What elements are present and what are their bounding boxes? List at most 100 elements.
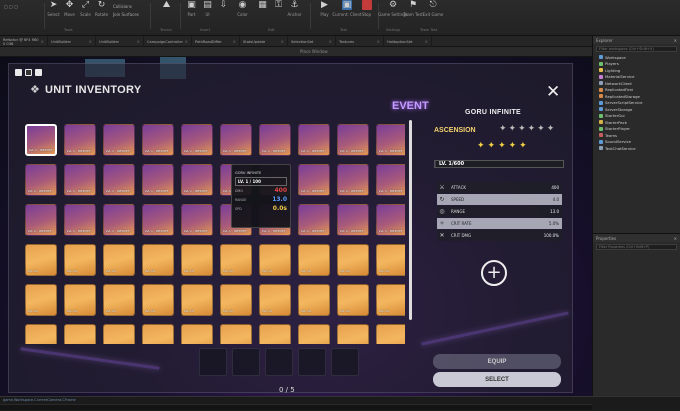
unit-card[interactable]: LVL 19 xyxy=(181,284,213,316)
unit-card[interactable]: LVL 19 xyxy=(259,284,291,316)
unit-card[interactable]: LVL 1 · INFINITE xyxy=(376,124,405,156)
move-tool-button[interactable]: ✥ Move xyxy=(63,0,76,17)
rotate-tool-button[interactable]: ↻ Rotate xyxy=(95,0,108,17)
unit-card[interactable]: LVL 1 · INFINITE xyxy=(337,124,369,156)
grid-scrollbar[interactable] xyxy=(409,120,412,320)
insert-part-button[interactable]: ▣ Part xyxy=(185,0,198,17)
game-settings-button[interactable]: ⚙ Game Settings xyxy=(378,0,408,17)
scale-tool-button[interactable]: ⤢ Scale xyxy=(79,0,92,17)
close-tab-icon[interactable]: × xyxy=(233,39,236,44)
unit-card[interactable]: LVL 1 · INFINITE xyxy=(64,164,96,196)
script-tab[interactable]: PathRoadDiffer × xyxy=(192,36,240,47)
collisions-toggle[interactable]: Collisions xyxy=(113,4,132,9)
unit-card[interactable]: LVL 19 xyxy=(298,244,330,276)
hud-icon[interactable] xyxy=(35,69,42,76)
exit-game-button[interactable]: ⎋ Exit Game xyxy=(423,0,444,17)
select-button[interactable]: SELECT xyxy=(433,372,561,387)
unit-card[interactable]: LVL 19 xyxy=(376,244,405,276)
unit-card[interactable]: LVL 1 · INFINITE xyxy=(220,124,252,156)
close-tab-icon[interactable]: × xyxy=(41,39,44,44)
unit-card[interactable]: LVL 19 xyxy=(298,284,330,316)
hud-icon[interactable] xyxy=(25,69,32,76)
unit-card[interactable]: LVL 19 xyxy=(142,284,174,316)
explorer-filter-input[interactable]: Filter workspace (Ctrl+Shift+X) xyxy=(596,46,677,52)
equip-slot[interactable] xyxy=(298,348,326,376)
hud-icon[interactable] xyxy=(15,69,22,76)
equip-slot[interactable] xyxy=(199,348,227,376)
select-tool-button[interactable]: ➤ Select xyxy=(47,0,60,17)
explorer-item[interactable]: TextChatService xyxy=(593,145,680,152)
unit-card[interactable]: LVL 19 xyxy=(25,284,57,316)
unit-card[interactable]: LVL 19 xyxy=(64,324,96,344)
unit-card[interactable]: LVL 1 · INFINITE xyxy=(337,164,369,196)
unit-card[interactable]: LVL 1 · INFINITE xyxy=(298,124,330,156)
play-button[interactable]: ▶ Play xyxy=(318,0,331,17)
close-icon[interactable]: ✕ xyxy=(546,84,560,101)
equip-slot[interactable] xyxy=(265,348,293,376)
script-tab[interactable]: CampaignController × xyxy=(144,36,192,47)
stop-button[interactable]: ■ Stop xyxy=(360,0,373,17)
lock-button[interactable]: ⚿ xyxy=(272,0,285,10)
unit-card[interactable]: LVL 1 · INFINITE xyxy=(376,204,405,236)
unit-card[interactable]: LVL 19 xyxy=(220,244,252,276)
unit-card[interactable]: LVL 1 · INFINITE xyxy=(25,124,57,156)
unit-card[interactable]: LVL 19 xyxy=(64,284,96,316)
unit-card[interactable]: LVL 19 xyxy=(337,324,369,344)
equip-slot[interactable] xyxy=(331,348,359,376)
command-input[interactable] xyxy=(0,404,592,410)
unit-card[interactable]: LVL 1 · INFINITE xyxy=(142,164,174,196)
unit-card[interactable]: LVL 1 · INFINITE xyxy=(103,164,135,196)
insert-ui-button[interactable]: ▤ UI xyxy=(201,0,214,17)
group-button[interactable]: ▦ xyxy=(256,0,269,10)
anchor-button[interactable]: ⚓ Anchor xyxy=(287,0,301,17)
close-tab-icon[interactable]: × xyxy=(281,39,284,44)
unit-card[interactable]: LVL 1 · INFINITE xyxy=(376,164,405,196)
unit-card[interactable]: LVL 19 xyxy=(103,284,135,316)
unit-card[interactable]: LVL 1 · INFINITE xyxy=(181,204,213,236)
close-tab-icon[interactable]: × xyxy=(185,39,188,44)
unit-card[interactable]: LVL 1 · INFINITE xyxy=(142,204,174,236)
close-icon[interactable]: ✕ xyxy=(674,38,677,43)
unit-card[interactable]: LVL 1 · INFINITE xyxy=(64,204,96,236)
unit-card[interactable]: LVL 19 xyxy=(337,284,369,316)
unit-card[interactable]: LVL 19 xyxy=(142,324,174,344)
close-icon[interactable]: ✕ xyxy=(674,236,677,241)
team-test-button[interactable]: ⚑ Team Test xyxy=(403,0,423,17)
unit-card[interactable]: LVL 19 xyxy=(181,244,213,276)
unit-card[interactable]: LVL 1 · INFINITE xyxy=(337,204,369,236)
unit-card[interactable]: LVL 1 · INFINITE xyxy=(259,124,291,156)
unit-card[interactable]: LVL 1 · INFINITE xyxy=(181,124,213,156)
unit-card[interactable]: LVL 1 · INFINITE xyxy=(25,164,57,196)
close-tab-icon[interactable]: × xyxy=(377,39,380,44)
unit-card[interactable]: LVL 19 xyxy=(25,244,57,276)
unit-card[interactable]: LVL 19 xyxy=(181,324,213,344)
script-tab[interactable]: HoldoptionSet × xyxy=(384,36,432,47)
import-button[interactable]: ⇩ xyxy=(217,0,230,10)
script-tab[interactable]: StatsUpdate × xyxy=(240,36,288,47)
unit-card[interactable]: LVL 1 · INFINITE xyxy=(298,164,330,196)
color-button[interactable]: ◉ Color xyxy=(236,0,249,17)
equip-slot[interactable] xyxy=(232,348,260,376)
script-tab[interactable]: UnitBuilder × xyxy=(48,36,96,47)
unit-card[interactable]: LVL 19 xyxy=(259,244,291,276)
properties-filter-input[interactable]: Filter Properties (Ctrl+Shift+P) xyxy=(596,244,677,250)
close-tab-icon[interactable]: × xyxy=(137,39,140,44)
unit-card[interactable]: LVL 19 xyxy=(337,244,369,276)
unit-card[interactable]: LVL 19 xyxy=(25,324,57,344)
unit-card[interactable]: LVL 1 · INFINITE xyxy=(25,204,57,236)
unit-card[interactable]: LVL 1 · INFINITE xyxy=(142,124,174,156)
unit-card[interactable]: LVL 19 xyxy=(64,244,96,276)
terrain-editor-button[interactable]: ⛰ xyxy=(160,0,173,10)
join-surfaces-toggle[interactable]: Join Surfaces xyxy=(113,12,139,17)
add-plus-icon[interactable]: + xyxy=(481,260,507,286)
unit-card[interactable]: LVL 1 · INFINITE xyxy=(103,124,135,156)
current-client-button[interactable]: ▣ Current: Client xyxy=(332,0,362,17)
close-tab-icon[interactable]: × xyxy=(425,39,428,44)
unit-card[interactable]: LVL 19 xyxy=(376,284,405,316)
unit-card[interactable]: LVL 1 · INFINITE xyxy=(64,124,96,156)
game-viewport[interactable]: ❖ UNIT INVENTORY EVENT ✕ LVL 1 · INFINIT… xyxy=(0,57,592,396)
unit-card[interactable]: LVL 19 xyxy=(376,324,405,344)
script-tab[interactable]: SelectionSet × xyxy=(288,36,336,47)
unit-card[interactable]: LVL 19 xyxy=(103,244,135,276)
unit-card[interactable]: LVL 19 xyxy=(220,324,252,344)
